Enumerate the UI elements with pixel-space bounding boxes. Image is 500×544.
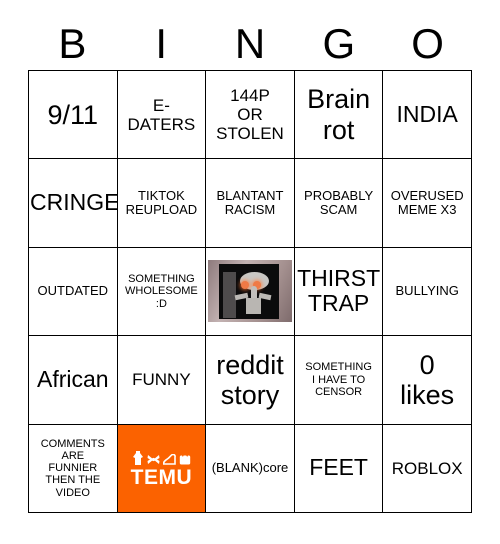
bingo-cell-label: Brain rot — [307, 84, 371, 145]
bingo-cell[interactable]: FEET — [294, 424, 384, 513]
header-letter-o: O — [411, 20, 444, 67]
bingo-cell-label: African — [37, 366, 109, 393]
bingo-cell-label: (BLANK)core — [211, 460, 289, 476]
bingo-cell-label: PROBABLY SCAM — [304, 187, 374, 218]
bingo-cell[interactable]: reddit story — [206, 336, 295, 425]
bingo-cell[interactable]: PROBABLY SCAM — [294, 159, 384, 248]
bingo-cell-label: CRINGE — [30, 189, 118, 216]
bingo-cell-label: THIRST TRAP — [297, 264, 381, 317]
bingo-cell[interactable]: BLANTANT RACISM — [206, 159, 295, 248]
bingo-cell[interactable]: 144P OR STOLEN — [206, 71, 295, 160]
bingo-cell[interactable]: (BLANK)core — [206, 424, 295, 513]
bingo-cell-label: FUNNY — [132, 370, 191, 390]
bingo-cell-label: 144P OR STOLEN — [216, 86, 284, 144]
shoe-icon — [162, 453, 176, 465]
bingo-cell[interactable]: 9/11 — [29, 71, 118, 160]
header-letter-n: N — [234, 20, 266, 67]
bingo-cell[interactable]: SOMETHING I HAVE TO CENSOR — [294, 336, 384, 425]
bingo-cell-label: E- DATERS — [127, 95, 196, 134]
bingo-cell-label: INDIA — [396, 100, 458, 127]
bingo-cell-label: OVERUSED MEME X3 — [390, 187, 464, 218]
bingo-grid: 9/11 E- DATERS 144P OR STOLEN Brain rot … — [28, 70, 472, 513]
bingo-cell-label: FEET — [309, 454, 368, 481]
dress-icon — [132, 450, 143, 465]
header-letter-b: B — [58, 20, 87, 67]
bingo-cell-label: 0 likes — [400, 349, 455, 410]
bingo-card: B I N G O 9/11 E- DATERS 144P OR STOLEN … — [0, 0, 500, 544]
bingo-cell[interactable]: THIRST TRAP — [294, 247, 384, 337]
bingo-cell[interactable]: FUNNY — [117, 336, 207, 425]
bingo-cell[interactable]: OVERUSED MEME X3 — [383, 159, 472, 248]
handbag-icon — [179, 453, 191, 465]
bingo-cell-label: OUTDATED — [37, 283, 109, 299]
temu-wordmark: TEMU — [130, 465, 193, 489]
temu-icon-strip — [132, 449, 191, 465]
bingo-cell-label: ROBLOX — [391, 458, 463, 478]
bow-icon — [147, 454, 160, 464]
squidward-meme-photo — [207, 260, 292, 323]
bingo-cell[interactable]: E- DATERS — [117, 71, 207, 160]
bingo-cell-label: BLANTANT RACISM — [216, 187, 284, 218]
bingo-cell-label: reddit story — [216, 349, 284, 410]
bingo-header: B I N G O — [28, 18, 472, 70]
bingo-cell[interactable]: SOMETHING WHOLESOME :D — [117, 247, 207, 337]
bingo-cell[interactable]: African — [29, 336, 118, 425]
bingo-cell[interactable]: INDIA — [383, 71, 472, 160]
header-letter-i: I — [155, 20, 168, 67]
bingo-cell[interactable]: TEMU — [117, 424, 207, 513]
bingo-cell[interactable]: ROBLOX — [383, 424, 472, 513]
bingo-cell[interactable]: BULLYING — [383, 247, 472, 337]
bingo-cell-label: SOMETHING WHOLESOME :D — [125, 273, 198, 310]
meme-inner-frame — [218, 264, 279, 320]
bingo-cell[interactable]: CRINGE — [29, 159, 118, 248]
bingo-cell[interactable]: Brain rot — [294, 71, 384, 160]
bingo-cell[interactable]: 0 likes — [383, 336, 472, 425]
bingo-cell[interactable] — [206, 247, 295, 337]
header-letter-g: G — [322, 20, 356, 67]
bingo-cell-label: SOMETHING I HAVE TO CENSOR — [305, 361, 372, 399]
squidward-body — [245, 298, 261, 315]
bingo-cell[interactable]: OUTDATED — [29, 247, 118, 337]
bingo-cell[interactable]: TIKTOK REUPLOAD — [117, 159, 207, 248]
bingo-cell-label: 9/11 — [47, 99, 99, 130]
bingo-cell-label: COMMENTS ARE FUNNIER THEN THE VIDEO — [40, 437, 105, 499]
bingo-cell-label: BULLYING — [395, 283, 459, 299]
temu-logo: TEMU — [117, 424, 206, 512]
bingo-cell[interactable]: COMMENTS ARE FUNNIER THEN THE VIDEO — [29, 424, 118, 513]
bingo-cell-label: TIKTOK REUPLOAD — [125, 187, 198, 218]
